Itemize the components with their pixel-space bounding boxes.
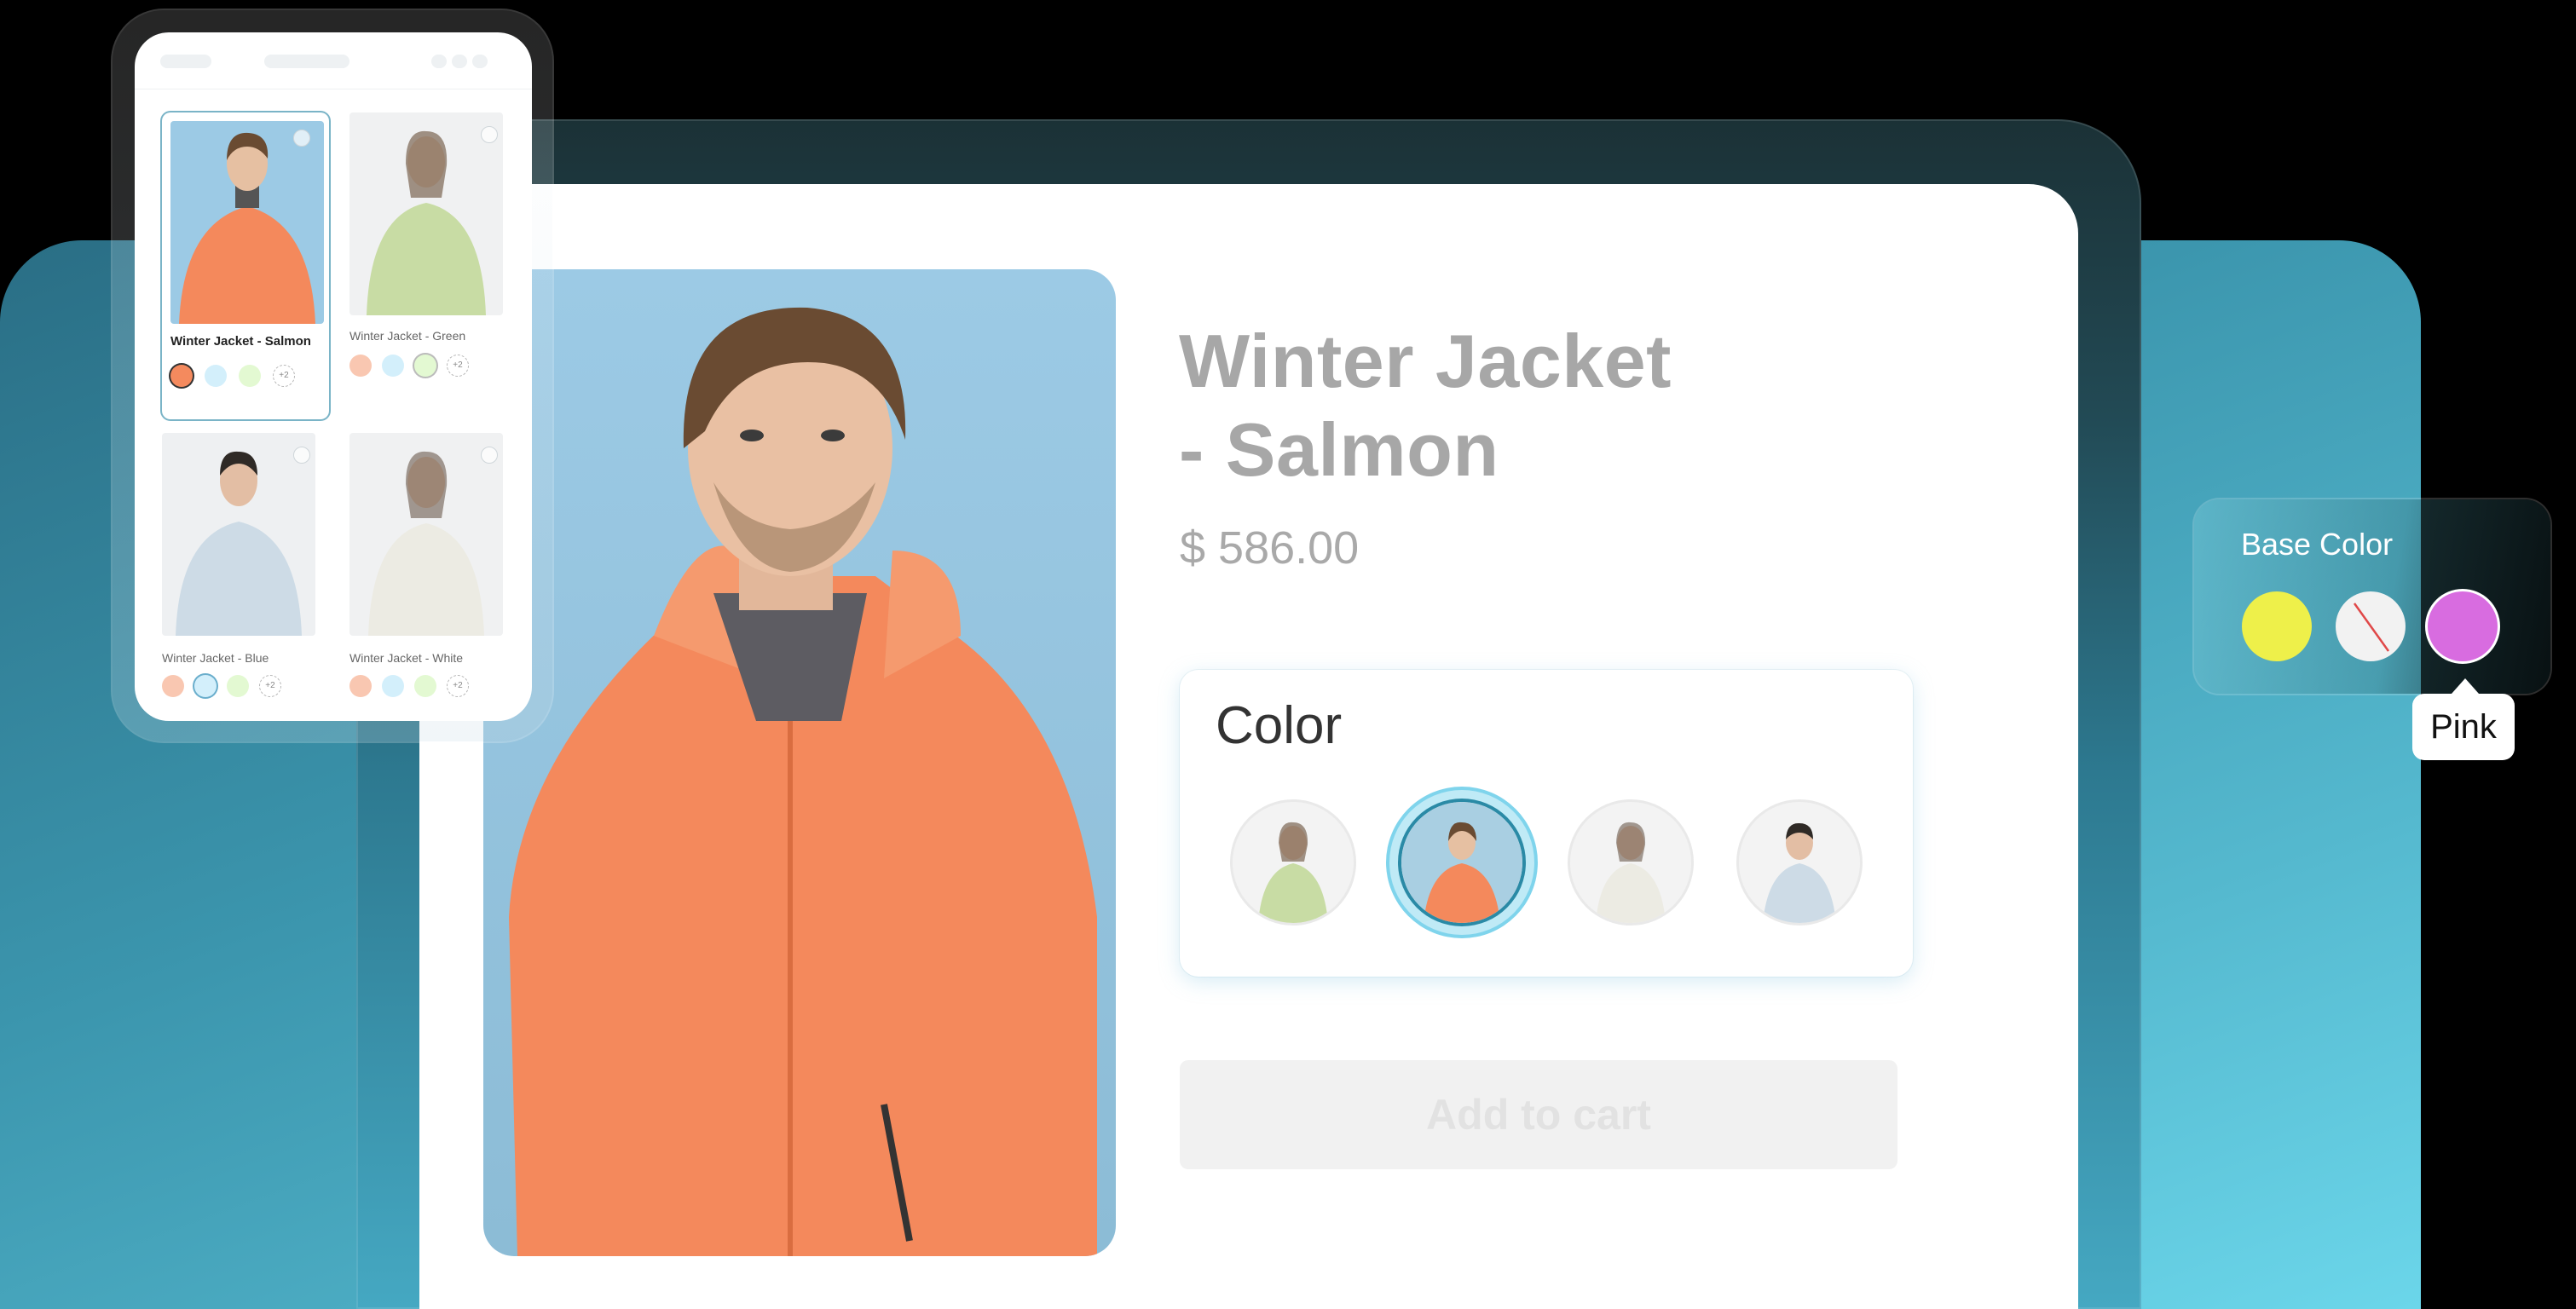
phone-swatch[interactable] xyxy=(194,675,217,697)
phone-screen: Winter Jacket - Salmon +2 Winter Jacket … xyxy=(135,32,532,721)
white-jacket-thumbnail-icon xyxy=(1570,802,1691,923)
color-section-title: Color xyxy=(1216,696,1343,755)
phone-product-name: Winter Jacket - Salmon xyxy=(170,334,311,349)
base-color-pink[interactable] xyxy=(2428,591,2498,661)
green-jacket-thumbnail-icon xyxy=(1233,802,1354,923)
product-hero-image xyxy=(483,269,1116,1256)
favorite-heart-icon[interactable] xyxy=(481,447,498,464)
product-title-line1: Winter Jacket xyxy=(1179,319,1672,403)
product-title-line2: - Salmon xyxy=(1179,407,1499,492)
base-color-none[interactable] xyxy=(2336,591,2406,661)
green-jacket-image-icon xyxy=(367,130,486,315)
salmon-jacket-thumbnail-icon xyxy=(1401,802,1522,923)
phone-swatch[interactable] xyxy=(349,355,372,377)
product-price: $ 586.00 xyxy=(1180,522,1360,574)
color-option-blue[interactable] xyxy=(1739,802,1860,923)
color-option-salmon[interactable] xyxy=(1401,802,1522,923)
phone-header-skeleton xyxy=(472,55,488,68)
base-color-picker: Base Color xyxy=(2194,499,2550,694)
phone-product-image xyxy=(162,433,315,636)
phone-product-name: Winter Jacket - White xyxy=(349,651,464,665)
phone-swatch[interactable] xyxy=(414,355,436,377)
blue-jacket-image-icon xyxy=(176,451,302,636)
phone-header-skeleton xyxy=(452,55,467,68)
favorite-heart-icon[interactable] xyxy=(293,130,310,147)
product-title: Winter Jacket - Salmon xyxy=(1179,317,1672,494)
salmon-jacket-image-icon xyxy=(179,132,315,324)
phone-product-name: Winter Jacket - Green xyxy=(349,329,466,343)
base-color-yellow[interactable] xyxy=(2242,591,2312,661)
more-swatches-badge[interactable]: +2 xyxy=(447,675,469,697)
phone-product-image xyxy=(349,433,503,636)
phone-product-name: Winter Jacket - Blue xyxy=(162,651,269,665)
phone-swatch[interactable] xyxy=(349,675,372,697)
phone-swatch[interactable] xyxy=(239,365,261,387)
white-jacket-image-icon xyxy=(368,451,484,636)
phone-swatch[interactable] xyxy=(227,675,249,697)
phone-header-skeleton xyxy=(431,55,447,68)
color-selector-card: Color xyxy=(1180,670,1913,977)
phone-swatch[interactable] xyxy=(382,675,404,697)
more-swatches-badge[interactable]: +2 xyxy=(259,675,281,697)
phone-product-image xyxy=(170,121,324,324)
favorite-heart-icon[interactable] xyxy=(481,126,498,143)
more-swatches-badge[interactable]: +2 xyxy=(447,355,469,377)
blue-jacket-thumbnail-icon xyxy=(1739,802,1860,923)
phone-header-skeleton xyxy=(264,55,349,68)
phone-header-skeleton xyxy=(160,55,211,68)
phone-swatch[interactable] xyxy=(162,675,184,697)
model-in-salmon-jacket xyxy=(509,307,1097,1256)
phone-swatch[interactable] xyxy=(170,365,193,387)
phone-swatch[interactable] xyxy=(414,675,436,697)
favorite-heart-icon[interactable] xyxy=(293,447,310,464)
color-option-green[interactable] xyxy=(1233,802,1354,923)
more-swatches-badge[interactable]: +2 xyxy=(273,365,295,387)
no-color-icon xyxy=(2353,603,2390,652)
color-tooltip: Pink xyxy=(2412,678,2515,760)
phone-swatch[interactable] xyxy=(382,355,404,377)
color-option-white[interactable] xyxy=(1570,802,1691,923)
phone-swatch[interactable] xyxy=(205,365,227,387)
add-to-cart-button[interactable]: Add to cart xyxy=(1180,1060,1897,1169)
base-color-label: Base Color xyxy=(2241,527,2394,562)
phone-product-image xyxy=(349,112,503,315)
